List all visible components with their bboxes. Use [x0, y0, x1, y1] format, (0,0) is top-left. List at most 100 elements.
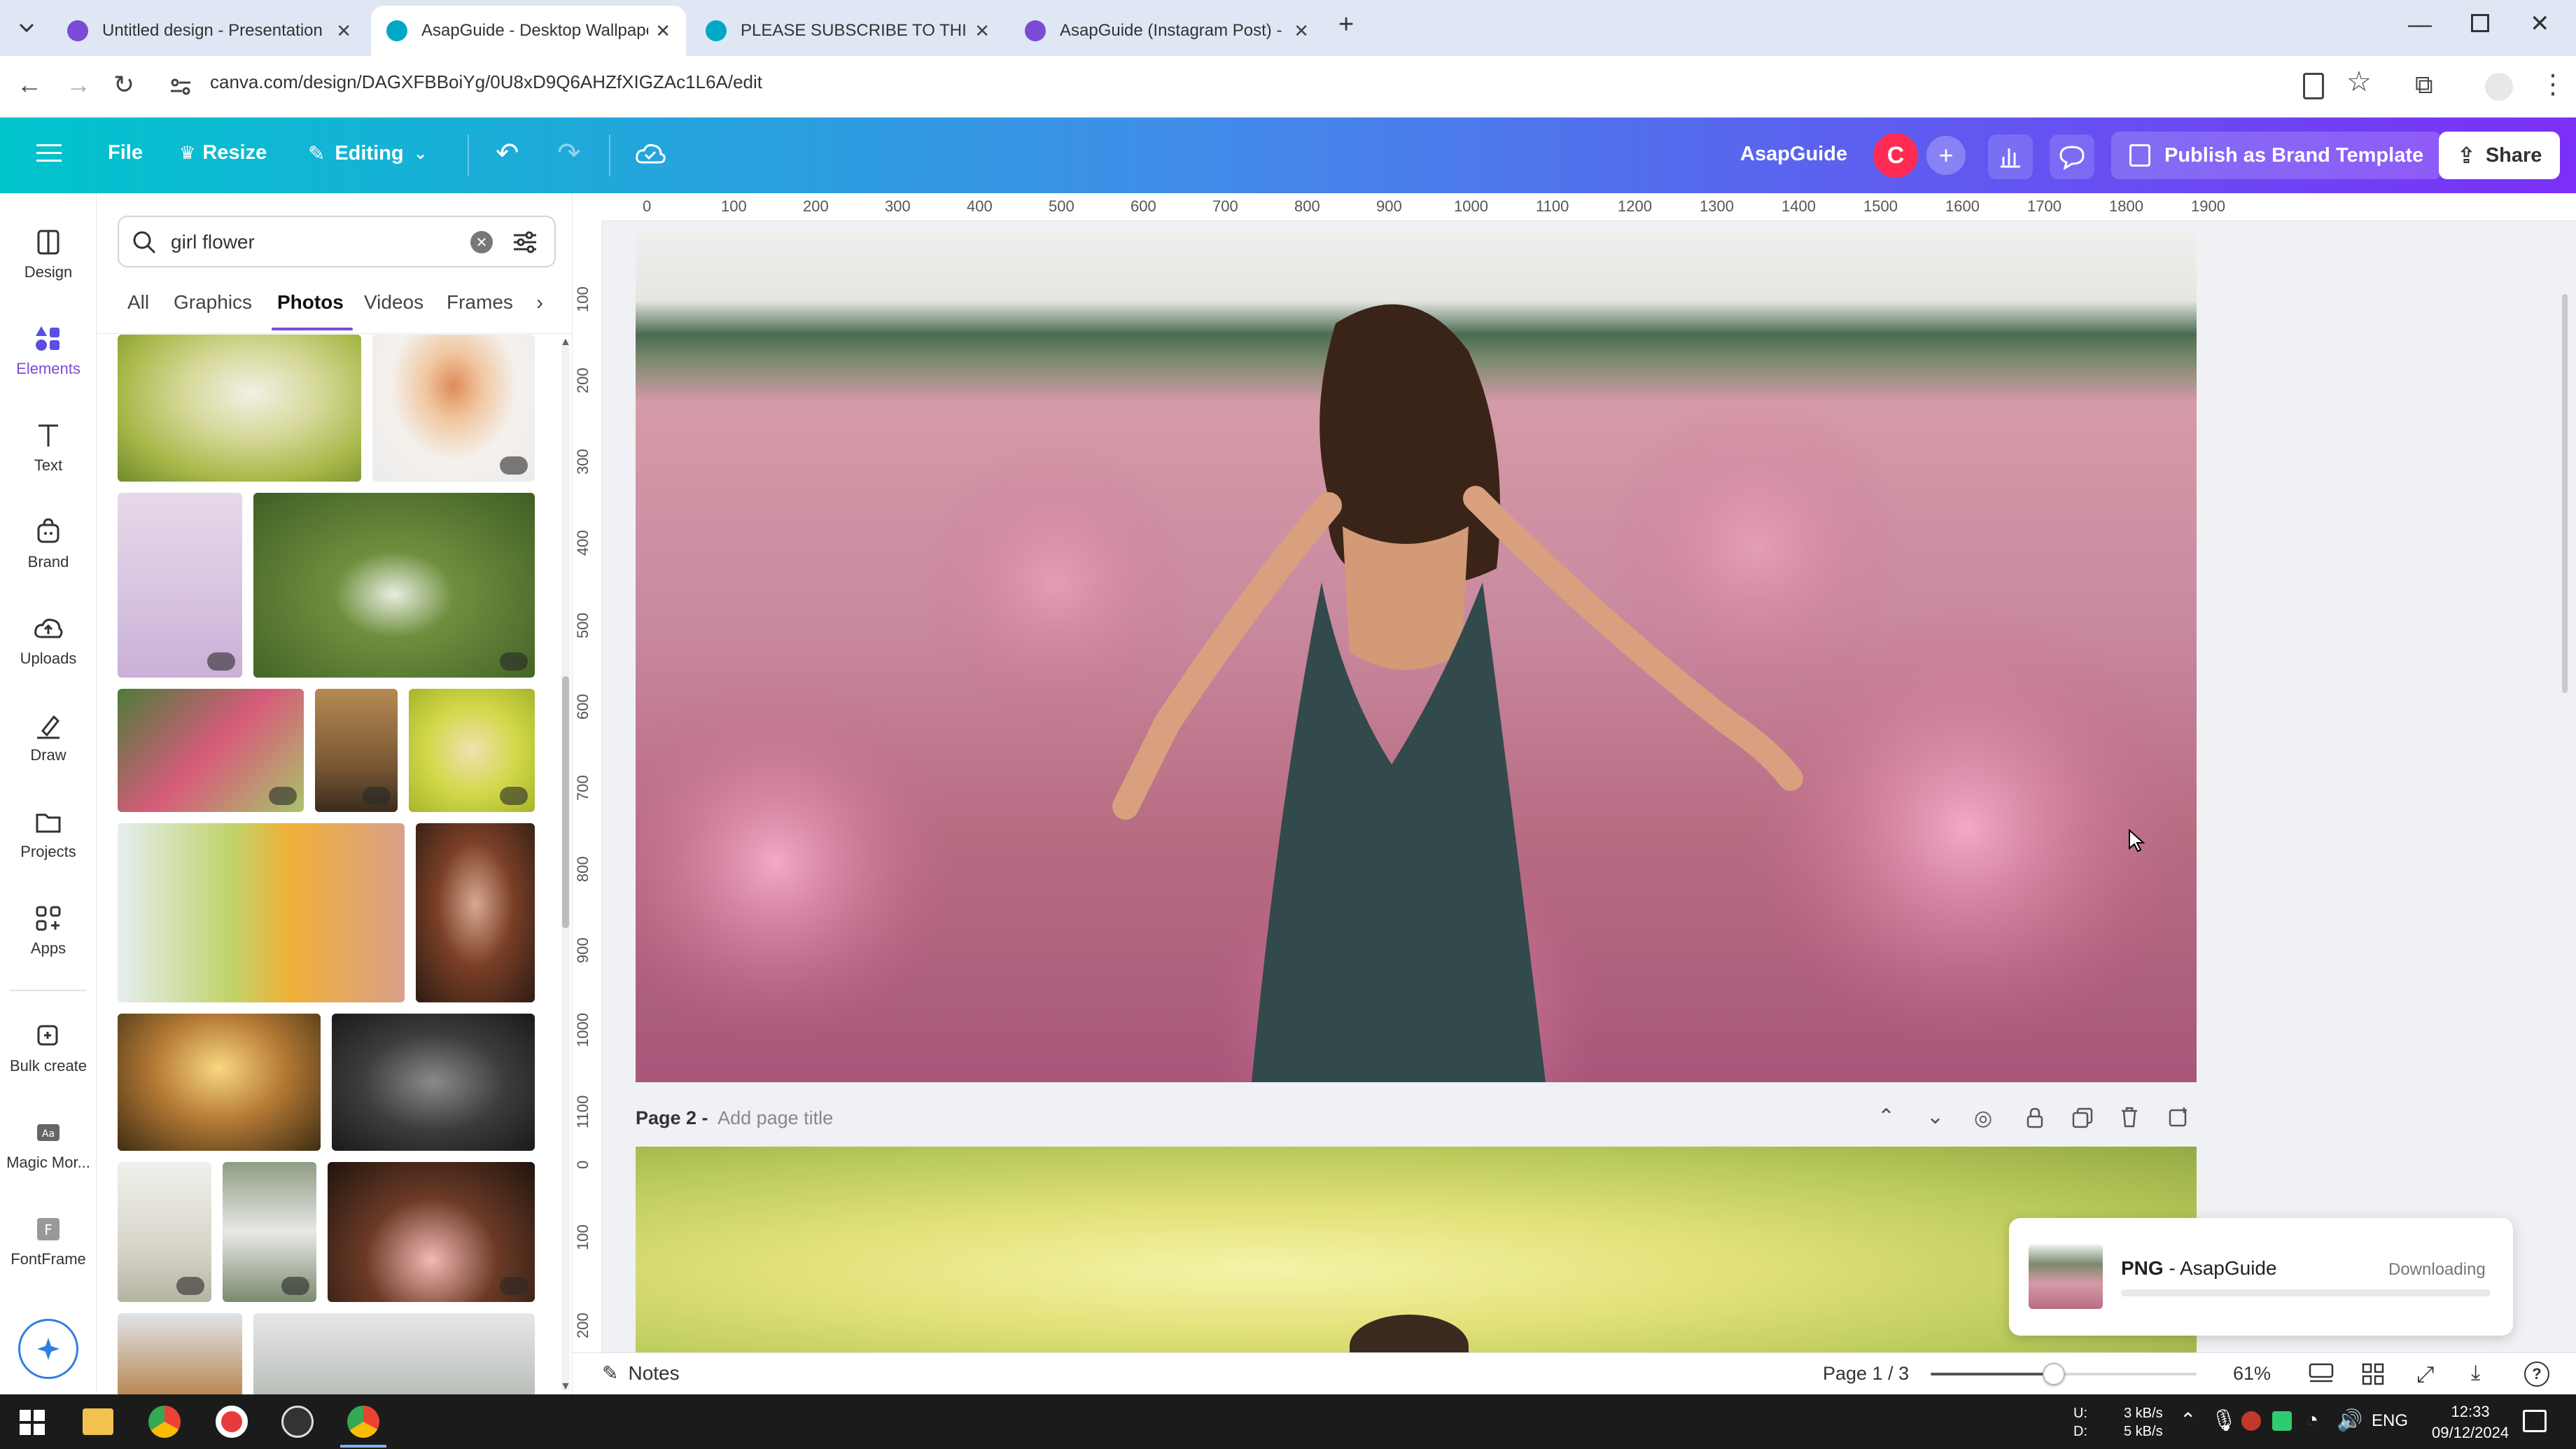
photo-result-curly-girl[interactable]	[416, 823, 535, 1002]
file-explorer-icon[interactable]	[83, 1408, 113, 1435]
photo-result-flower-crown[interactable]	[118, 1014, 321, 1151]
file-menu-button[interactable]: File	[108, 141, 143, 164]
tab-search-icon[interactable]	[14, 15, 39, 41]
browser-tab-1[interactable]: Untitled design - Presentation ✕	[52, 6, 367, 56]
notes-button[interactable]: ✎ Notes	[602, 1362, 680, 1385]
page-2-photo-yellow-flower-field[interactable]	[636, 1147, 2197, 1352]
resize-button[interactable]: ♛ Resize	[179, 141, 267, 164]
rail-item-elements-active[interactable]: Elements	[0, 322, 97, 378]
photo-result-bouquet[interactable]	[372, 335, 535, 482]
filter-tab-photos-active[interactable]: Photos	[277, 291, 344, 314]
restore-window-icon[interactable]	[2471, 14, 2489, 32]
hide-page-icon[interactable]: ◎	[1974, 1106, 1992, 1130]
back-icon[interactable]: ←	[17, 70, 42, 99]
photo-result-girl-hat[interactable]	[315, 689, 398, 812]
photo-result-girl-pink-roses[interactable]	[328, 1162, 535, 1302]
close-tab-icon[interactable]: ✕	[336, 20, 351, 42]
url-text[interactable]: canva.com/design/DAGXFBBoiYg/0U8xD9Q6AHZ…	[210, 71, 762, 93]
page-view-icon[interactable]	[2309, 1363, 2334, 1385]
wifi-icon[interactable]: ◔	[2306, 1408, 2318, 1432]
new-tab-icon[interactable]: +	[1338, 10, 1354, 40]
move-page-down-icon[interactable]: ⌄	[1926, 1105, 1944, 1129]
tabs-scroll-right-icon[interactable]: ›	[536, 291, 543, 315]
language-indicator[interactable]: ENG	[2372, 1411, 2408, 1431]
rail-item-brand[interactable]: Brand	[0, 515, 97, 571]
profile-avatar[interactable]	[2485, 73, 2513, 101]
filter-tab-all[interactable]: All	[127, 291, 149, 314]
rail-item-draw[interactable]: Draw	[0, 708, 97, 764]
obs-studio-icon[interactable]	[281, 1406, 314, 1438]
scroll-up-arrow-icon[interactable]: ▲	[560, 336, 571, 349]
photo-result-bride-girl[interactable]	[223, 1162, 316, 1302]
panel-scrollbar-thumb[interactable]	[562, 676, 569, 928]
nvidia-tray-icon[interactable]	[2272, 1411, 2292, 1431]
forward-icon[interactable]: →	[66, 70, 91, 99]
rail-item-uploads[interactable]: Uploads	[0, 612, 97, 668]
recorder-icon[interactable]	[216, 1406, 248, 1438]
site-settings-icon[interactable]	[168, 74, 193, 99]
comments-icon[interactable]	[2050, 134, 2094, 179]
rail-item-fontframe[interactable]: F FontFrame	[0, 1212, 97, 1268]
grid-view-icon[interactable]	[2362, 1363, 2384, 1385]
filter-sliders-icon[interactable]	[511, 228, 539, 256]
clear-search-icon[interactable]: ✕	[470, 231, 493, 253]
add-page-icon[interactable]	[2169, 1106, 2190, 1127]
zoom-percentage[interactable]: 61%	[2233, 1363, 2271, 1385]
redo-icon[interactable]: ↷	[557, 137, 581, 169]
rail-item-design[interactable]: Design	[0, 225, 97, 281]
photo-result-girl-daisy[interactable]	[409, 689, 535, 812]
page-indicator[interactable]: Page 1 / 3	[1823, 1363, 1909, 1385]
editing-mode-button[interactable]: ✎ Editing ⌄	[308, 141, 428, 166]
invite-plus-icon[interactable]: +	[1926, 136, 1966, 175]
hamburger-menu-icon[interactable]	[36, 143, 62, 164]
photo-result-girls-white-dresses[interactable]	[253, 493, 535, 678]
undo-icon[interactable]: ↶	[496, 137, 519, 169]
page-1-photo-girl-pink-flower-field[interactable]	[636, 232, 2197, 1082]
publish-brand-template-button[interactable]: Publish as Brand Template	[2111, 132, 2442, 179]
windows-start-icon[interactable]	[20, 1410, 45, 1435]
duplicate-page-icon[interactable]	[2072, 1107, 2093, 1128]
rail-item-bulk-create[interactable]: Bulk create	[0, 1019, 97, 1075]
close-tab-icon[interactable]: ✕	[1294, 20, 1309, 42]
search-input[interactable]: girl flower	[171, 231, 255, 253]
bookmark-star-icon[interactable]: ☆	[2346, 66, 2372, 98]
minimize-window-icon[interactable]: —	[2408, 11, 2432, 38]
browser-menu-icon[interactable]: ⋮	[2540, 69, 2566, 100]
photo-result-girl-standing[interactable]	[118, 1162, 211, 1302]
browser-tab-2-active[interactable]: AsapGuide - Desktop Wallpaper ✕	[371, 6, 686, 56]
photo-result-bw-girl[interactable]	[332, 1014, 535, 1151]
canvas-workspace[interactable]: Page 2 - Add page title ⌃ ⌄ ◎	[602, 221, 2576, 1352]
insights-chart-icon[interactable]	[1988, 134, 2033, 179]
rail-item-text[interactable]: Text	[0, 419, 97, 475]
browser-tab-4[interactable]: AsapGuide (Instagram Post) - Y ✕	[1009, 6, 1324, 56]
filter-tab-videos[interactable]: Videos	[364, 291, 424, 314]
chrome-active-icon[interactable]	[347, 1406, 379, 1438]
user-avatar[interactable]: C	[1873, 133, 1918, 178]
magic-assistant-sparkle-icon[interactable]	[18, 1319, 78, 1379]
download-arrow-icon[interactable]: ⤓	[2471, 1362, 2480, 1385]
record-tray-icon[interactable]	[2241, 1411, 2261, 1431]
browser-tab-3[interactable]: PLEASE SUBSCRIBE TO THIS CH ✕	[690, 6, 1005, 56]
delete-page-icon[interactable]	[2120, 1106, 2139, 1128]
close-tab-icon[interactable]: ✕	[974, 20, 990, 42]
photo-result-autumn-flowers[interactable]	[118, 1313, 242, 1397]
rail-item-projects[interactable]: Projects	[0, 805, 97, 861]
scroll-down-arrow-icon[interactable]: ▼	[560, 1380, 571, 1393]
system-clock[interactable]: 12:33 09/12/2024	[2432, 1401, 2509, 1443]
tray-overflow-icon[interactable]: ⌃	[2180, 1408, 2196, 1432]
photo-result-kids-roses[interactable]	[118, 689, 304, 812]
close-tab-icon[interactable]: ✕	[655, 20, 671, 42]
canvas-scrollbar-thumb[interactable]	[2562, 294, 2568, 693]
close-window-icon[interactable]: ✕	[2530, 10, 2550, 38]
microphone-icon[interactable]: 🎙	[2211, 1408, 2237, 1433]
page-info-icon[interactable]	[2303, 73, 2324, 99]
extensions-icon[interactable]: ⧉	[2415, 70, 2433, 100]
help-icon[interactable]: ?	[2524, 1362, 2549, 1387]
rail-item-apps[interactable]: Apps	[0, 902, 97, 958]
rail-item-magic-morph[interactable]: Aa Magic Mor...	[0, 1116, 97, 1172]
add-page-title-input[interactable]: Add page title	[718, 1107, 833, 1128]
zoom-slider-handle[interactable]	[2043, 1363, 2065, 1385]
move-page-up-icon[interactable]: ⌃	[1877, 1105, 1895, 1129]
photo-result-girl-field-gray[interactable]	[253, 1313, 535, 1397]
fullscreen-icon[interactable]: ⤢	[2416, 1362, 2435, 1388]
